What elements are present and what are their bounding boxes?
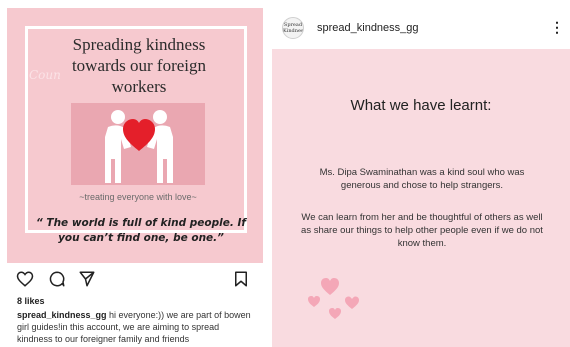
title-line: Spreading kindness	[72, 35, 206, 54]
avatar[interactable]: Spread Kindness	[282, 17, 304, 39]
post-actions	[16, 270, 252, 290]
post-subtitle: ~treating everyone with love~	[79, 192, 197, 202]
slide-title: What we have learnt:	[350, 97, 492, 114]
likes-count[interactable]: 8 likes	[17, 296, 45, 306]
quote-line: “ The world is full of kind people. If	[36, 217, 246, 229]
comment-icon[interactable]	[48, 270, 68, 290]
paper-plane-icon[interactable]	[78, 270, 98, 290]
more-vertical-icon[interactable]: ⋮	[550, 18, 564, 36]
bookmark-icon[interactable]	[232, 270, 252, 290]
title-line: workers	[111, 77, 167, 96]
caption-username[interactable]: spread_kindness_gg	[17, 310, 107, 320]
post-quote: “ The world is full of kind people. If y…	[21, 216, 261, 246]
post-image[interactable]: Coun Spreading kindness towards our fore…	[7, 8, 263, 263]
slide-paragraph-2: We can learn from her and be thoughtful …	[301, 212, 543, 249]
avatar-text: Spread Kindness	[283, 22, 304, 34]
slide-paragraph-1: Ms. Dipa Swaminathan was a kind soul who…	[319, 167, 525, 191]
post-title: Spreading kindness towards our foreign w…	[39, 34, 239, 97]
post-username[interactable]: spread_kindness_gg	[317, 22, 419, 34]
hearts-decoration-icon	[308, 278, 359, 319]
instagram-post-left: Coun Spreading kindness towards our fore…	[0, 0, 270, 347]
post-slide[interactable]: What we have learnt: Ms. Dipa Swaminatha…	[272, 49, 570, 347]
post-caption: spread_kindness_gg hi everyone:)) we are…	[17, 309, 257, 345]
heart-outline-icon[interactable]	[16, 270, 36, 290]
helping-hands-illustration	[71, 103, 205, 185]
quote-line: you can’t find one, be one.”	[58, 232, 224, 244]
title-line: towards our foreign	[71, 56, 207, 75]
post-header: Spread Kindness spread_kindness_gg ⋮	[272, 4, 570, 48]
people-holding-heart-icon	[105, 110, 173, 183]
instagram-post-right: Spread Kindness spread_kindness_gg ⋮ Wha…	[272, 4, 570, 347]
